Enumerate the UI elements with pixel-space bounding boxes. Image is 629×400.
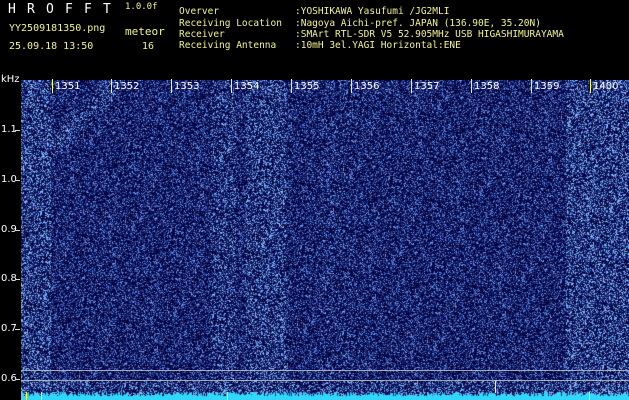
reference-line [21,370,629,371]
detection-mark [41,392,42,400]
x-tick-label: 1353 [174,81,200,92]
detection-mark [227,392,228,400]
meteor-label: meteor [125,25,165,38]
detection-mark [26,392,27,400]
info-value-location: :Nagoya Aichi-pref. JAPAN (136.90E, 35.2… [295,18,541,29]
y-axis-unit: kHz [1,74,20,85]
logo-letter: O [46,2,54,17]
y-tick [15,379,20,380]
spectrogram-canvas [21,80,629,400]
meteor-count: 16 [142,41,155,52]
y-tick [15,230,20,231]
datetime-label: 25.09.18 13:50 [9,41,94,52]
header-panel: H R O F F T 1.0.0f YY2509181350.png mete… [0,0,629,74]
x-tick-label: 1355 [294,81,320,92]
filename-label: YY2509181350.png [9,23,106,34]
detection-mark [589,392,590,400]
x-tick-label: 1358 [474,81,500,92]
x-tick-label: 1400 [593,81,619,92]
spectrogram [21,80,629,400]
x-tick-label: 1359 [534,81,560,92]
logo-letter: H [8,2,16,17]
info-label-observer: Overver [179,6,220,17]
y-tick [15,329,20,330]
y-tick [15,130,20,131]
info-value-receiver: :SMArt RTL-SDR V5 52.905MHz USB HIGASHIM… [295,29,564,40]
info-label-receiver: Receiver [179,29,225,40]
logo-letter: F [65,2,73,17]
info-value-antenna: :10mH 3el.YAGI Horizontal:ENE [295,40,461,51]
info-value-observer: :YOSHIKAWA Yasufumi /JG2MLI [295,6,450,17]
logo-letter: R [27,2,35,17]
y-tick [15,180,20,181]
info-label-antenna: Receiving Antenna [179,40,277,51]
reference-line [21,380,629,381]
x-tick-label: 1352 [114,81,140,92]
logo-letter: F [84,2,92,17]
x-tick-label: 1351 [55,81,81,92]
x-tick-label: 1354 [234,81,260,92]
x-tick-label: 1357 [414,81,440,92]
version-label: 1.0.0f [125,2,158,12]
info-label-location: Receiving Location [179,18,282,29]
detection-mark [495,381,496,393]
x-tick-label: 1356 [354,81,380,92]
logo-letter: T [103,2,111,17]
y-tick [15,279,20,280]
